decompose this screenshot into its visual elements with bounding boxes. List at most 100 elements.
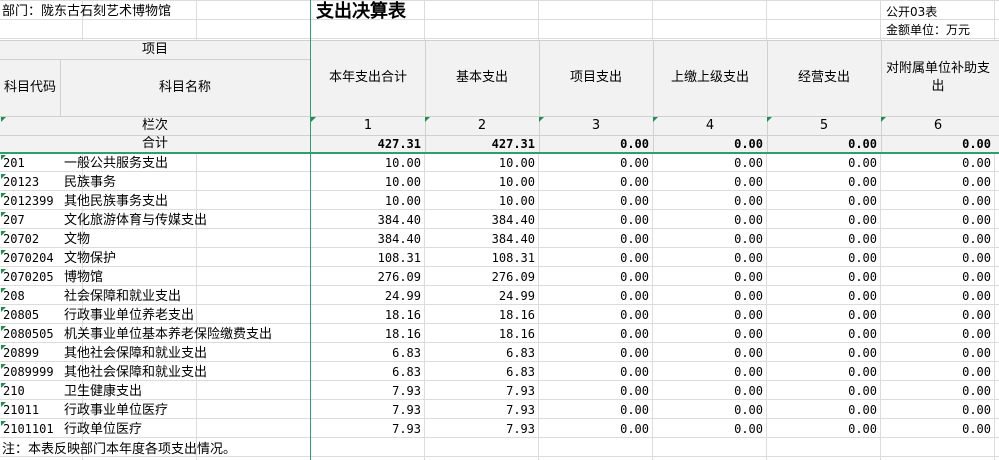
row-value-cell[interactable]: 0.00 bbox=[653, 363, 763, 382]
row-value-cell[interactable]: 276.09 bbox=[425, 268, 535, 287]
row-name[interactable]: 博物馆 bbox=[64, 268, 103, 287]
row-value-cell[interactable]: 0.00 bbox=[767, 420, 877, 439]
row-value-cell[interactable]: 0.00 bbox=[539, 306, 649, 325]
row-value-cell[interactable]: 0.00 bbox=[767, 363, 877, 382]
row-code[interactable]: 207 bbox=[3, 211, 25, 230]
row-code[interactable]: 2070204 bbox=[3, 249, 54, 268]
row-value-cell[interactable]: 0.00 bbox=[653, 173, 763, 192]
spreadsheet-grid[interactable]: 部门：陇东古石刻艺术博物馆 支出决算表 公开03表 金额单位：万元 项目 科目代… bbox=[0, 0, 999, 460]
row-value-cell[interactable]: 10.00 bbox=[311, 192, 421, 211]
row-value-cell[interactable]: 0.00 bbox=[767, 230, 877, 249]
department-label[interactable]: 部门：陇东古石刻艺术博物馆 bbox=[2, 2, 171, 21]
row-value-cell[interactable]: 18.16 bbox=[311, 325, 421, 344]
row-value-cell[interactable]: 7.93 bbox=[425, 382, 535, 401]
row-value-cell[interactable]: 0.00 bbox=[767, 325, 877, 344]
row-value-cell[interactable]: 0.00 bbox=[881, 154, 991, 173]
row-value-cell[interactable]: 108.31 bbox=[311, 249, 421, 268]
row-value-cell[interactable]: 18.16 bbox=[311, 306, 421, 325]
row-value-cell[interactable]: 0.00 bbox=[767, 154, 877, 173]
row-value-cell[interactable]: 0.00 bbox=[881, 249, 991, 268]
row-name[interactable]: 社会保障和就业支出 bbox=[64, 287, 181, 306]
row-name[interactable]: 文化旅游体育与传媒支出 bbox=[64, 211, 207, 230]
seq-6[interactable]: 6 bbox=[881, 116, 995, 135]
row-value-cell[interactable]: 0.00 bbox=[653, 154, 763, 173]
row-name[interactable]: 文物保护 bbox=[64, 249, 116, 268]
row-code[interactable]: 208 bbox=[3, 287, 25, 306]
seq-label[interactable]: 栏次 bbox=[0, 116, 310, 135]
row-value-cell[interactable]: 0.00 bbox=[653, 287, 763, 306]
row-value-cell[interactable]: 0.00 bbox=[767, 401, 877, 420]
header-item[interactable]: 项目 bbox=[0, 40, 310, 59]
row-name[interactable]: 其他社会保障和就业支出 bbox=[64, 344, 207, 363]
row-code[interactable]: 2070205 bbox=[3, 268, 54, 287]
row-value-cell[interactable]: 108.31 bbox=[425, 249, 535, 268]
row-code[interactable]: 2101101 bbox=[3, 420, 54, 439]
row-value-cell[interactable]: 0.00 bbox=[881, 268, 991, 287]
unit-label[interactable]: 金额单位：万元 bbox=[886, 21, 970, 40]
row-value-cell[interactable]: 0.00 bbox=[539, 230, 649, 249]
row-value-cell[interactable]: 384.40 bbox=[425, 230, 535, 249]
row-value-cell[interactable]: 0.00 bbox=[767, 268, 877, 287]
row-value-cell[interactable]: 0.00 bbox=[653, 249, 763, 268]
row-code[interactable]: 20702 bbox=[3, 230, 39, 249]
row-name[interactable]: 民族事务 bbox=[64, 173, 116, 192]
row-value-cell[interactable]: 0.00 bbox=[539, 363, 649, 382]
row-value-cell[interactable]: 0.00 bbox=[881, 192, 991, 211]
row-value-cell[interactable]: 0.00 bbox=[653, 230, 763, 249]
row-value-cell[interactable]: 6.83 bbox=[311, 344, 421, 363]
row-value-cell[interactable]: 384.40 bbox=[311, 230, 421, 249]
row-name[interactable]: 机关事业单位基本养老保险缴费支出 bbox=[64, 325, 272, 344]
row-name[interactable]: 其他社会保障和就业支出 bbox=[64, 363, 207, 382]
row-name[interactable]: 其他民族事务支出 bbox=[64, 192, 168, 211]
total-label[interactable]: 合计 bbox=[0, 135, 310, 153]
row-code[interactable]: 21011 bbox=[3, 401, 39, 420]
form-code[interactable]: 公开03表 bbox=[886, 3, 937, 22]
row-value-cell[interactable]: 0.00 bbox=[539, 154, 649, 173]
row-value-cell[interactable]: 0.00 bbox=[653, 382, 763, 401]
row-value-cell[interactable]: 10.00 bbox=[425, 173, 535, 192]
row-value-cell[interactable]: 0.00 bbox=[881, 382, 991, 401]
row-value-cell[interactable]: 276.09 bbox=[311, 268, 421, 287]
row-value-cell[interactable]: 10.00 bbox=[311, 154, 421, 173]
row-value-cell[interactable]: 0.00 bbox=[653, 420, 763, 439]
seq-4[interactable]: 4 bbox=[653, 116, 767, 135]
row-code[interactable]: 201 bbox=[3, 154, 25, 173]
row-value-cell[interactable]: 0.00 bbox=[653, 306, 763, 325]
row-value-cell[interactable]: 0.00 bbox=[539, 287, 649, 306]
row-value-cell[interactable]: 0.00 bbox=[653, 211, 763, 230]
row-code[interactable]: 20899 bbox=[3, 344, 39, 363]
header-col-project[interactable]: 项目支出 bbox=[539, 40, 653, 116]
header-col-subsidy[interactable]: 对附属单位补助支出 bbox=[886, 40, 990, 116]
row-code[interactable]: 20805 bbox=[3, 306, 39, 325]
row-value-cell[interactable]: 6.83 bbox=[311, 363, 421, 382]
row-value-cell[interactable]: 0.00 bbox=[881, 173, 991, 192]
row-value-cell[interactable]: 0.00 bbox=[767, 249, 877, 268]
header-col-upper[interactable]: 上缴上级支出 bbox=[653, 40, 767, 116]
row-value-cell[interactable]: 0.00 bbox=[539, 249, 649, 268]
row-name[interactable]: 行政单位医疗 bbox=[64, 420, 142, 439]
header-code[interactable]: 科目代码 bbox=[0, 59, 60, 116]
seq-5[interactable]: 5 bbox=[767, 116, 881, 135]
row-value-cell[interactable]: 0.00 bbox=[539, 268, 649, 287]
row-value-cell[interactable]: 0.00 bbox=[539, 420, 649, 439]
row-value-cell[interactable]: 0.00 bbox=[881, 344, 991, 363]
row-name[interactable]: 卫生健康支出 bbox=[64, 382, 142, 401]
row-value-cell[interactable]: 7.93 bbox=[425, 420, 535, 439]
row-value-cell[interactable]: 0.00 bbox=[767, 192, 877, 211]
row-value-cell[interactable]: 18.16 bbox=[425, 325, 535, 344]
row-value-cell[interactable]: 0.00 bbox=[539, 211, 649, 230]
row-value-cell[interactable]: 0.00 bbox=[881, 287, 991, 306]
header-col-business[interactable]: 经营支出 bbox=[767, 40, 881, 116]
row-value-cell[interactable]: 0.00 bbox=[539, 344, 649, 363]
row-value-cell[interactable]: 7.93 bbox=[425, 401, 535, 420]
row-value-cell[interactable]: 0.00 bbox=[767, 344, 877, 363]
row-code[interactable]: 20123 bbox=[3, 173, 39, 192]
row-value-cell[interactable]: 0.00 bbox=[539, 192, 649, 211]
sheet-title[interactable]: 支出决算表 bbox=[316, 0, 406, 24]
header-name[interactable]: 科目名称 bbox=[60, 59, 310, 116]
footnote[interactable]: 注：本表反映部门本年度各项支出情况。 bbox=[2, 440, 236, 459]
row-value-cell[interactable]: 0.00 bbox=[881, 420, 991, 439]
row-value-cell[interactable]: 384.40 bbox=[311, 211, 421, 230]
row-value-cell[interactable]: 0.00 bbox=[653, 401, 763, 420]
row-value-cell[interactable]: 0.00 bbox=[767, 173, 877, 192]
